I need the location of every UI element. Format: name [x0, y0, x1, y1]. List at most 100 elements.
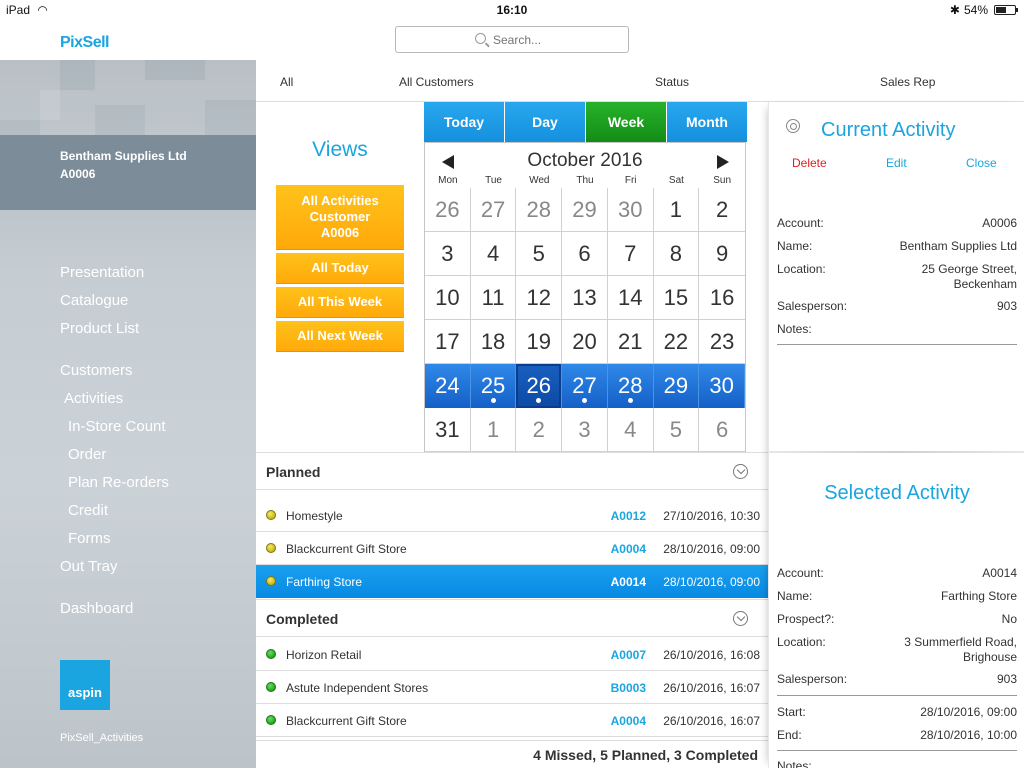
calendar-day[interactable]: 2	[516, 408, 563, 452]
calendar-day[interactable]: 31	[425, 408, 471, 452]
activity-target-icon[interactable]	[786, 119, 800, 133]
view-all-this-week-button[interactable]: All This Week	[276, 287, 404, 318]
search-box[interactable]	[395, 26, 629, 53]
current-account[interactable]: Bentham Supplies Ltd A0006	[0, 135, 256, 210]
activity-row[interactable]: Farthing Store A0014 28/10/2016, 09:00	[256, 565, 768, 598]
calendar-day[interactable]: 3	[562, 408, 608, 452]
calendar-day[interactable]: 29	[653, 364, 700, 408]
mode-week-button[interactable]: Week	[586, 102, 666, 142]
sidebar-item-credit[interactable]: Credit	[68, 502, 108, 519]
calendar-day[interactable]: 27	[562, 364, 608, 408]
sidebar-item-in-store-count[interactable]: In-Store Count	[68, 418, 166, 435]
sidebar-item-product-list[interactable]: Product List	[60, 320, 139, 337]
field-value: 903	[996, 672, 1017, 686]
calendar-day[interactable]: 11	[470, 276, 517, 320]
calendar-day[interactable]: 7	[607, 232, 654, 276]
sidebar-item-order[interactable]: Order	[68, 446, 106, 463]
view-button-label: All Activities Customer A0006	[301, 193, 379, 240]
mode-month-button[interactable]: Month	[667, 102, 747, 142]
calendar-day[interactable]: 21	[607, 320, 654, 364]
sidebar-item-activities[interactable]: Activities	[64, 390, 123, 407]
filter-status[interactable]: Status	[655, 75, 689, 89]
activity-account: A0004	[610, 542, 646, 556]
app-logo[interactable]: PixSell	[60, 34, 109, 52]
divider	[777, 344, 1017, 345]
close-button[interactable]: Close	[966, 156, 997, 170]
completed-section-header[interactable]: Completed	[256, 599, 768, 637]
filter-sales-rep[interactable]: Sales Rep	[880, 75, 935, 89]
activity-row[interactable]: Horizon Retail A0007 26/10/2016, 16:08	[256, 638, 768, 671]
calendar-day[interactable]: 6	[562, 232, 608, 276]
calendar-day[interactable]: 4	[470, 232, 517, 276]
calendar-day-number: 15	[663, 284, 689, 310]
view-all-today-button[interactable]: All Today	[276, 253, 404, 284]
mode-day-button[interactable]: Day	[505, 102, 585, 142]
calendar-day[interactable]: 12	[516, 276, 563, 320]
chevron-down-icon[interactable]	[733, 464, 748, 479]
calendar-day[interactable]: 1	[653, 188, 700, 232]
activity-row[interactable]: Astute Independent Stores B0003 26/10/2016…	[256, 671, 768, 704]
calendar-day[interactable]: 29	[562, 188, 608, 232]
calendar-day[interactable]: 5	[653, 408, 700, 452]
calendar-day[interactable]: 4	[607, 408, 654, 452]
calendar-day[interactable]: 24	[425, 364, 471, 408]
calendar-day[interactable]: 17	[425, 320, 471, 364]
calendar-day[interactable]: 6	[699, 408, 745, 452]
filter-customers[interactable]: All Customers	[399, 75, 474, 89]
status-dot-icon	[266, 715, 276, 725]
calendar-day[interactable]: 26	[425, 188, 471, 232]
calendar-day[interactable]: 27	[470, 188, 517, 232]
view-all-next-week-button[interactable]: All Next Week	[276, 321, 404, 352]
calendar-day[interactable]: 10	[425, 276, 471, 320]
calendar-day[interactable]: 30	[607, 188, 654, 232]
weekday-label: Sun	[713, 175, 732, 186]
calendar-day[interactable]: 15	[653, 276, 700, 320]
activity-account: B0003	[610, 681, 646, 695]
calendar-day[interactable]: 3	[425, 232, 471, 276]
delete-button[interactable]: Delete	[792, 156, 827, 170]
search-input[interactable]	[396, 27, 628, 52]
view-button-label: All Next Week	[297, 328, 383, 343]
calendar-day[interactable]: 28	[607, 364, 654, 408]
sidebar-item-plan-re-orders[interactable]: Plan Re-orders	[68, 474, 169, 491]
activity-row[interactable]: Blackcurrent Gift Store A0004 26/10/2016, …	[256, 704, 768, 737]
search-icon	[475, 33, 486, 44]
calendar-day[interactable]: 28	[516, 188, 563, 232]
sidebar-item-forms[interactable]: Forms	[68, 530, 111, 547]
calendar-day[interactable]: 30	[699, 364, 745, 408]
sidebar-item-catalogue[interactable]: Catalogue	[60, 292, 128, 309]
sidebar-item-out-tray[interactable]: Out Tray	[60, 558, 118, 575]
field-label: Name:	[777, 239, 813, 253]
calendar-day[interactable]: 23	[699, 320, 745, 364]
next-month-icon[interactable]	[717, 155, 729, 169]
sidebar-item-dashboard[interactable]: Dashboard	[60, 600, 133, 617]
calendar-day[interactable]: 20	[562, 320, 608, 364]
chevron-down-icon[interactable]	[733, 611, 748, 626]
calendar-day[interactable]: 26	[516, 364, 563, 408]
calendar-day[interactable]: 14	[607, 276, 654, 320]
calendar-day[interactable]: 18	[470, 320, 517, 364]
event-dot-icon	[581, 398, 587, 403]
calendar-day[interactable]: 1	[470, 408, 517, 452]
activity-row[interactable]: Blackcurrent Gift Store A0004 28/10/2016, …	[256, 532, 768, 565]
status-dot-icon	[266, 649, 276, 659]
activity-datetime: 26/10/2016, 16:08	[663, 648, 760, 662]
calendar-day[interactable]: 16	[699, 276, 745, 320]
calendar-day[interactable]: 9	[699, 232, 745, 276]
calendar-day[interactable]: 8	[653, 232, 700, 276]
activity-row[interactable]: Homestyle A0012 27/10/2016, 10:30	[256, 499, 768, 532]
calendar-day[interactable]: 25	[470, 364, 517, 408]
calendar-day[interactable]: 2	[699, 188, 745, 232]
planned-section-header[interactable]: Planned	[256, 452, 768, 490]
calendar-day[interactable]: 5	[516, 232, 563, 276]
view-all-activities-customer-button[interactable]: All Activities Customer A0006	[276, 185, 404, 250]
sidebar-item-presentation[interactable]: Presentation	[60, 264, 144, 281]
edit-button[interactable]: Edit	[886, 156, 907, 170]
bg-tile	[145, 80, 205, 135]
mode-today-button[interactable]: Today	[424, 102, 504, 142]
calendar-day[interactable]: 13	[562, 276, 608, 320]
calendar-day[interactable]: 19	[516, 320, 563, 364]
sidebar-item-customers[interactable]: Customers	[60, 362, 133, 379]
filter-all[interactable]: All	[280, 75, 293, 89]
calendar-day[interactable]: 22	[653, 320, 700, 364]
